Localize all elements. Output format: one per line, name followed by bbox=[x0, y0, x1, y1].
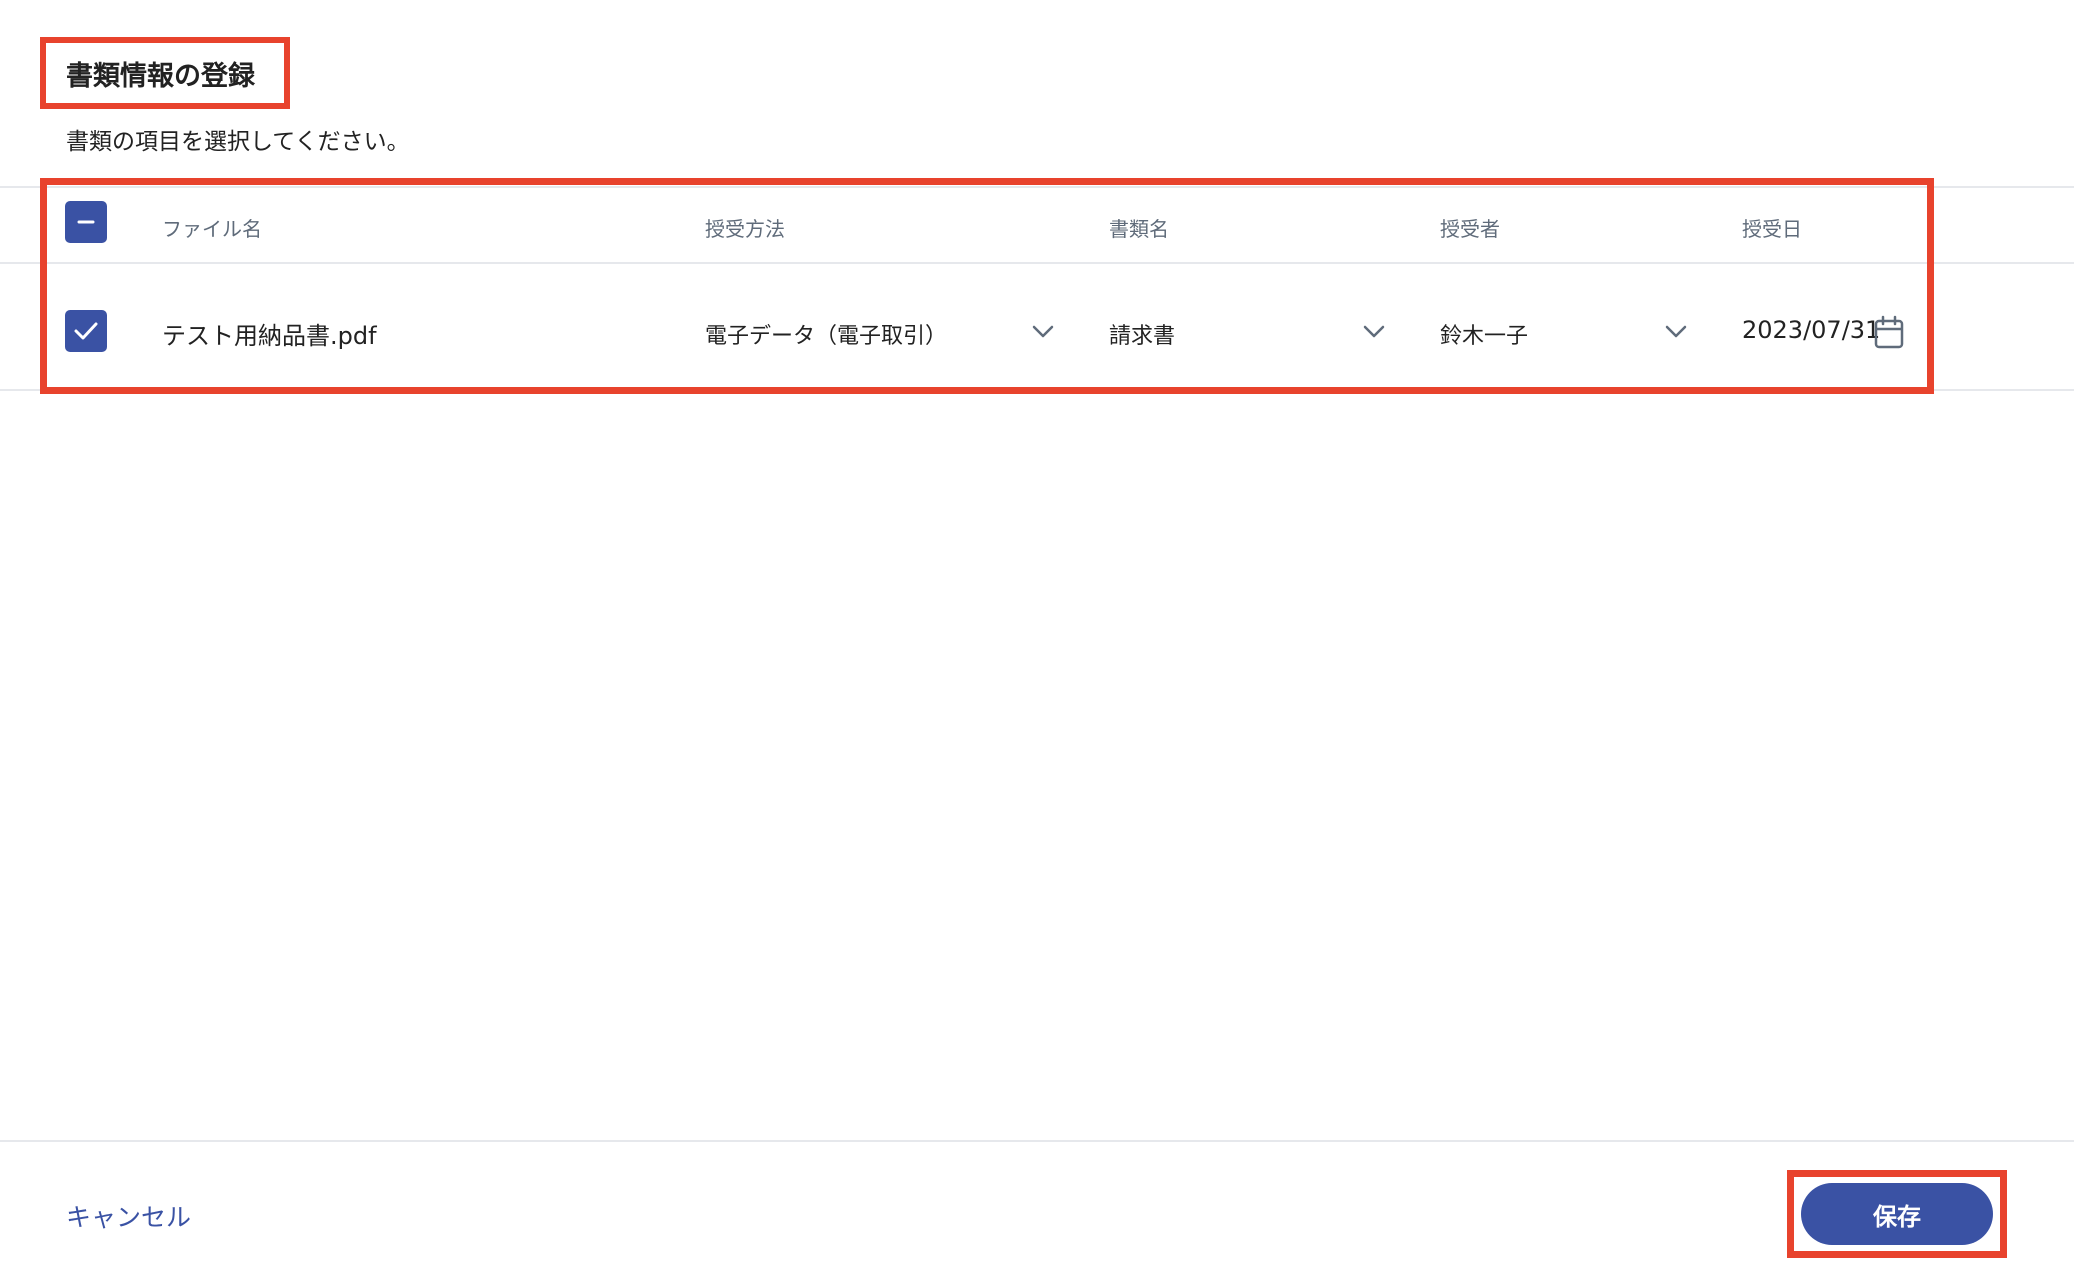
column-header-transfer-date: 授受日 bbox=[1742, 217, 1802, 241]
transfer-date-input[interactable]: 2023/07/31 bbox=[1742, 316, 1880, 344]
recipient-select[interactable]: 鈴木一子 bbox=[1440, 318, 1528, 350]
page-subtitle: 書類の項目を選択してください。 bbox=[66, 129, 410, 155]
document-name-select[interactable]: 請求書 bbox=[1109, 318, 1175, 350]
title-highlight: 書類情報の登録 bbox=[40, 37, 290, 109]
chevron-down-icon[interactable] bbox=[1663, 318, 1689, 344]
column-header-document-name: 書類名 bbox=[1109, 217, 1169, 241]
file-name-cell: テスト用納品書.pdf bbox=[162, 322, 377, 350]
column-header-file-name: ファイル名 bbox=[162, 217, 262, 241]
chevron-down-icon[interactable] bbox=[1030, 318, 1056, 344]
column-header-transfer-method: 授受方法 bbox=[705, 217, 785, 241]
footer-divider bbox=[0, 1140, 2074, 1142]
checkmark-icon bbox=[74, 322, 98, 340]
table-highlight bbox=[40, 178, 1934, 394]
row-checkbox[interactable] bbox=[65, 310, 107, 352]
save-button[interactable]: 保存 bbox=[1801, 1183, 1993, 1245]
select-all-checkbox[interactable] bbox=[65, 201, 107, 243]
column-header-recipient: 授受者 bbox=[1440, 217, 1500, 241]
save-highlight: 保存 bbox=[1787, 1170, 2007, 1258]
transfer-method-select[interactable]: 電子データ（電子取引） bbox=[705, 318, 947, 350]
page-title: 書類情報の登録 bbox=[66, 60, 255, 92]
chevron-down-icon[interactable] bbox=[1361, 318, 1387, 344]
indeterminate-icon bbox=[77, 220, 95, 224]
document-registration-page: 書類情報の登録 書類の項目を選択してください。 ファイル名 授受方法 書類名 授… bbox=[0, 0, 2074, 1280]
cancel-button[interactable]: キャンセル bbox=[66, 1198, 191, 1234]
calendar-icon[interactable] bbox=[1873, 314, 1905, 350]
